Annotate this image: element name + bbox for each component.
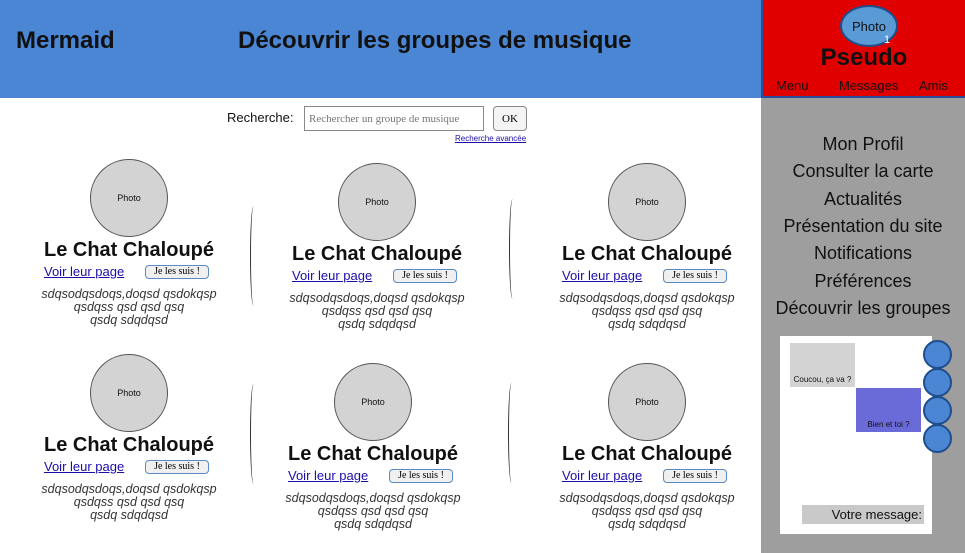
group-description: sdqsodqsdoqs,doqsd qsdokqsp qsdqss qsd q… — [285, 491, 461, 531]
sidebar-item-profile[interactable]: Mon Profil — [761, 134, 965, 155]
group-name: Le Chat Chaloupé — [561, 243, 732, 265]
chat-message-outgoing: Bien et toi ? — [856, 388, 921, 432]
group-page-link[interactable]: Voir leur page — [44, 459, 124, 474]
follow-button[interactable]: Je les suis ! — [393, 269, 457, 283]
friend-avatar-icon[interactable] — [923, 340, 952, 369]
group-photo[interactable]: Photo — [334, 363, 412, 441]
brand-logo-text[interactable]: Mermaid — [16, 27, 115, 55]
group-photo[interactable]: Photo — [608, 363, 686, 441]
nav-menu[interactable]: Menu — [776, 78, 809, 93]
friend-avatar-icon[interactable] — [923, 424, 952, 453]
group-description: sdqsodqsdoqs,doqsd qsdokqsp qsdqss qsd q… — [41, 287, 217, 327]
sidebar: Mon Profil Consulter la carte Actualités… — [761, 98, 965, 553]
group-card: Photo Le Chat Chaloupé Voir leur page Je… — [264, 363, 484, 543]
follow-button[interactable]: Je les suis ! — [663, 269, 727, 283]
nav-friends[interactable]: Amis — [919, 78, 948, 93]
sidebar-item-map[interactable]: Consulter la carte — [761, 161, 965, 182]
sidebar-item-about[interactable]: Présentation du site — [761, 216, 965, 237]
follow-button[interactable]: Je les suis ! — [145, 460, 209, 474]
follow-button[interactable]: Je les suis ! — [663, 469, 727, 483]
advanced-search-link[interactable]: Recherche avancée — [455, 134, 526, 143]
group-photo[interactable]: Photo — [90, 354, 168, 432]
group-photo[interactable]: Photo — [90, 159, 168, 237]
column-divider — [250, 206, 257, 306]
sidebar-item-news[interactable]: Actualités — [761, 189, 965, 210]
friend-avatar-icon[interactable] — [923, 368, 952, 397]
search-button[interactable]: OK — [493, 106, 527, 131]
username[interactable]: Pseudo — [763, 44, 965, 72]
group-card: Photo Le Chat Chaloupé Voir leur page Je… — [538, 363, 758, 543]
group-photo[interactable]: Photo — [608, 163, 686, 241]
page-title: Découvrir les groupes de musique — [238, 27, 632, 54]
group-name: Le Chat Chaloupé — [43, 434, 214, 456]
column-divider — [250, 384, 257, 484]
group-description: sdqsodqsdoqs,doqsd qsdokqsp qsdqss qsd q… — [559, 291, 735, 331]
group-description: sdqsodqsdoqs,doqsd qsdokqsp qsdqss qsd q… — [559, 491, 735, 531]
sidebar-item-preferences[interactable]: Préférences — [761, 271, 965, 292]
column-divider — [508, 383, 515, 483]
group-page-link[interactable]: Voir leur page — [288, 468, 368, 483]
follow-button[interactable]: Je les suis ! — [389, 469, 453, 483]
chat-widget: Coucou, ça va ? Bien et toi ? Votre mess… — [780, 336, 932, 534]
sidebar-item-discover-groups[interactable]: Découvrir les groupes — [761, 298, 965, 319]
group-name: Le Chat Chaloupé — [561, 443, 732, 465]
chat-message-input[interactable]: Votre message: — [802, 505, 924, 524]
group-description: sdqsodqsdoqs,doqsd qsdokqsp qsdqss qsd q… — [289, 291, 465, 331]
user-panel: Photo 1 Pseudo Menu Messages Amis — [761, 0, 965, 98]
group-description: sdqsodqsdoqs,doqsd qsdokqsp qsdqss qsd q… — [41, 482, 217, 522]
search-label: Recherche: — [227, 110, 294, 125]
header-bar: Mermaid Découvrir les groupes de musique — [0, 0, 762, 98]
column-divider — [509, 199, 516, 299]
group-card: Photo Le Chat Chaloupé Voir leur page Je… — [268, 163, 488, 343]
group-page-link[interactable]: Voir leur page — [562, 468, 642, 483]
group-name: Le Chat Chaloupé — [43, 239, 214, 261]
follow-button[interactable]: Je les suis ! — [145, 265, 209, 279]
search-input[interactable] — [304, 106, 484, 131]
chat-message-incoming: Coucou, ça va ? — [790, 343, 855, 387]
friend-avatar-icon[interactable] — [923, 396, 952, 425]
group-page-link[interactable]: Voir leur page — [44, 264, 124, 279]
sidebar-item-notifications[interactable]: Notifications — [761, 243, 965, 264]
group-name: Le Chat Chaloupé — [287, 443, 458, 465]
group-page-link[interactable]: Voir leur page — [562, 268, 642, 283]
group-photo[interactable]: Photo — [338, 163, 416, 241]
group-name: Le Chat Chaloupé — [291, 243, 462, 265]
group-card: Photo Le Chat Chaloupé Voir leur page Je… — [538, 163, 758, 343]
group-card: Photo Le Chat Chaloupé Voir leur page Je… — [20, 159, 240, 339]
nav-messages[interactable]: Messages — [839, 78, 898, 93]
group-page-link[interactable]: Voir leur page — [292, 268, 372, 283]
group-card: Photo Le Chat Chaloupé Voir leur page Je… — [20, 354, 240, 534]
